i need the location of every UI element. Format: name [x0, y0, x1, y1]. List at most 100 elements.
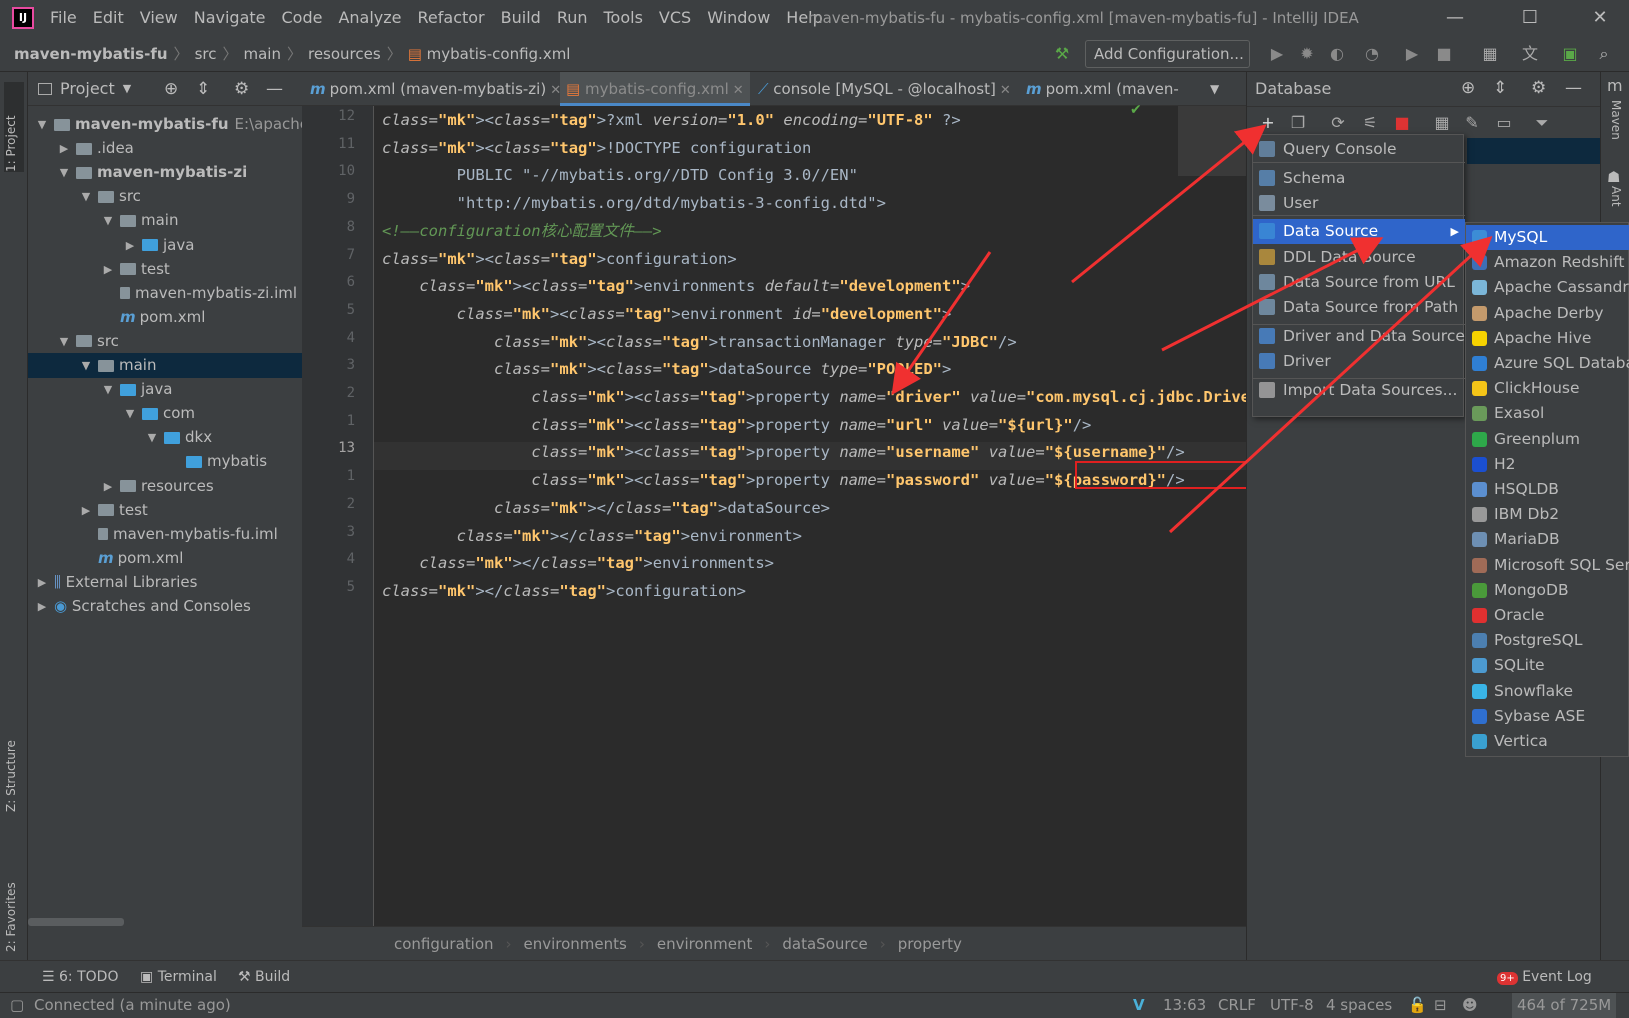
table-icon[interactable]: ▦	[1431, 112, 1453, 134]
edit-icon[interactable]: ✎	[1461, 112, 1483, 134]
menu-item-tools[interactable]: Tools	[596, 0, 651, 36]
hide-panel-icon[interactable]: —	[1565, 78, 1582, 98]
expanded-arrow-icon[interactable]: ▼	[146, 425, 158, 450]
status-icon[interactable]: ▢	[10, 993, 24, 1018]
tab-mybatis-config[interactable]: ▤ mybatis-config.xml ✕	[560, 72, 750, 106]
profile-icon[interactable]: ◔	[1360, 42, 1384, 66]
collapse-all-icon[interactable]: ⇕	[196, 79, 210, 99]
expanded-arrow-icon[interactable]: ▼	[102, 377, 114, 402]
tree-item[interactable]: mybatis	[28, 449, 302, 474]
expanded-arrow-icon[interactable]: ▼	[124, 401, 136, 426]
inspector-icon[interactable]: ☻	[1462, 993, 1478, 1018]
nav-crumb-project[interactable]: maven-mybatis-fu	[0, 45, 174, 63]
menu-item-vcs[interactable]: VCS	[651, 0, 699, 36]
gear-icon[interactable]: ⚙	[234, 79, 249, 99]
tree-item[interactable]: ▼ main	[28, 353, 302, 378]
tab-pom-fu[interactable]: m pom.xml (maven-	[1026, 72, 1179, 106]
terminal-tool-tab[interactable]: ▣ Terminal	[140, 961, 217, 993]
ant-tool-tab[interactable]: Ant	[1609, 186, 1623, 207]
expanded-arrow-icon[interactable]: ▼	[58, 160, 70, 185]
tree-item[interactable]: ▼ maven-mybatis-zi	[28, 160, 302, 185]
nav-crumb-main[interactable]: main	[237, 45, 286, 63]
menu-item-run[interactable]: Run	[549, 0, 596, 36]
breadcrumb-datasource[interactable]: dataSource	[770, 935, 879, 953]
collapsed-arrow-icon[interactable]: ▶	[36, 570, 48, 595]
stop-icon[interactable]: ■	[1391, 112, 1413, 134]
menu-item-analyze[interactable]: Analyze	[330, 0, 409, 36]
properties-icon[interactable]: ⚟	[1359, 112, 1381, 134]
status-message[interactable]: Connected (a minute ago)	[34, 993, 231, 1018]
collapse-icon[interactable]: ⇕	[1493, 78, 1507, 98]
chevron-down-icon[interactable]: ▼	[123, 82, 131, 95]
collapsed-arrow-icon[interactable]: ▶	[124, 233, 136, 258]
coverage-icon[interactable]: ◐	[1325, 42, 1349, 66]
code-line[interactable]: class="mk"><class="tag">transactionManag…	[382, 328, 1017, 356]
play-icon[interactable]: ▶	[1400, 42, 1424, 66]
todo-tool-tab[interactable]: ☰ 6: TODO	[42, 961, 118, 993]
code-line[interactable]: class="mk"><class="tag">dataSource type=…	[382, 355, 951, 383]
menu-data-source-from-path[interactable]: Data Source from Path	[1253, 295, 1465, 320]
datasource-oracle[interactable]: Oracle	[1466, 603, 1629, 628]
datasource-exasol[interactable]: Exasol	[1466, 401, 1629, 426]
menu-item-file[interactable]: File	[42, 0, 85, 36]
collapsed-arrow-icon[interactable]: ▶	[36, 594, 48, 619]
nav-crumb-src[interactable]: src	[189, 45, 223, 63]
nav-crumb-file[interactable]: ▤ mybatis-config.xml	[402, 45, 577, 63]
tree-item[interactable]: ▼ java	[28, 377, 302, 402]
tree-item[interactable]: ▶ .idea	[28, 136, 302, 161]
breadcrumb-environments[interactable]: environments	[512, 935, 639, 953]
search-icon[interactable]: ⌕	[1592, 42, 1616, 66]
datasource-microsoft-sql-server[interactable]: Microsoft SQL Server	[1466, 553, 1629, 578]
code-line[interactable]: class="mk"></class="tag">environments>	[382, 549, 774, 577]
menu-item-build[interactable]: Build	[493, 0, 549, 36]
menu-data-source-from-url[interactable]: Data Source from URL	[1253, 270, 1465, 295]
menu-item-window[interactable]: Window	[699, 0, 778, 36]
maven-tool-tab[interactable]: Maven	[1609, 100, 1623, 140]
menu-item-edit[interactable]: Edit	[85, 0, 132, 36]
maximize-button[interactable]: ☐	[1505, 0, 1555, 36]
code-line[interactable]: "http://mybatis.org/dtd/mybatis-3-config…	[382, 189, 886, 217]
expanded-arrow-icon[interactable]: ▼	[80, 353, 92, 378]
menu-item-refactor[interactable]: Refactor	[410, 0, 493, 36]
tree-item[interactable]: maven-mybatis-fu.iml	[28, 522, 302, 547]
query-console-icon[interactable]: ▭	[1493, 112, 1515, 134]
tree-item[interactable]: ▼ main	[28, 208, 302, 233]
menu-driver-and-data-source[interactable]: Driver and Data Source	[1253, 324, 1465, 349]
globe-icon[interactable]: ⊕	[1461, 78, 1475, 98]
datasource-sqlite[interactable]: SQLite	[1466, 653, 1629, 678]
datasource-hsqldb[interactable]: HSQLDB	[1466, 477, 1629, 502]
code-line[interactable]: class="mk"><class="tag">property name="u…	[382, 411, 1091, 439]
code-line[interactable]: class="mk"><class="tag">!DOCTYPE configu…	[382, 134, 811, 162]
nav-crumb-resources[interactable]: resources	[302, 45, 387, 63]
datasource-apache-derby[interactable]: Apache Derby	[1466, 301, 1629, 326]
tree-item[interactable]: ▶ resources	[28, 474, 302, 499]
code-line[interactable]: class="mk"><class="tag">environments def…	[382, 272, 970, 300]
expanded-arrow-icon[interactable]: ▼	[58, 329, 70, 354]
event-log-tool-tab[interactable]: 9+ Event Log	[1497, 961, 1592, 995]
code-line[interactable]: <!——configuration核心配置文件——>	[382, 217, 662, 245]
tree-item[interactable]: ▼ src	[28, 184, 302, 209]
menu-data-source[interactable]: Data Source ▶	[1253, 219, 1465, 244]
run-icon[interactable]: ▶	[1265, 42, 1289, 66]
tab-pom-zi[interactable]: m pom.xml (maven-mybatis-zi) ✕	[310, 72, 561, 106]
code-editor[interactable]: class="mk"><class="tag">?xml version="1.…	[374, 106, 1287, 926]
datasource-mysql[interactable]: MySQL	[1466, 225, 1629, 250]
expanded-arrow-icon[interactable]: ▼	[36, 112, 48, 137]
refresh-icon[interactable]: ⟳	[1327, 112, 1349, 134]
stop-icon[interactable]: ■	[1432, 42, 1456, 66]
close-icon[interactable]: ✕	[733, 83, 744, 98]
minimize-button[interactable]: —	[1430, 0, 1480, 36]
build-hammer-icon[interactable]: ⚒	[1050, 42, 1074, 66]
tree-item[interactable]: ▼ maven-mybatis-fu E:\apache-	[28, 112, 315, 137]
tree-item[interactable]: ▶ ⫼ External Libraries	[28, 570, 302, 595]
datasource-azure-sql-database[interactable]: Azure SQL Database	[1466, 351, 1629, 376]
code-line[interactable]: class="mk"></class="tag">environment>	[382, 522, 802, 550]
debug-icon[interactable]: ✹	[1295, 42, 1319, 66]
tree-item[interactable]: ▶ test	[28, 257, 302, 282]
tree-item[interactable]: ▶ java	[28, 233, 302, 258]
add-icon[interactable]: +	[1257, 112, 1279, 134]
code-line[interactable]: class="mk"></class="tag">configuration>	[382, 577, 746, 605]
structure-tool-tab[interactable]: Z: Structure	[4, 712, 18, 812]
menu-ddl-data-source[interactable]: DDL Data Source	[1253, 245, 1465, 270]
menu-driver[interactable]: Driver	[1253, 349, 1465, 374]
